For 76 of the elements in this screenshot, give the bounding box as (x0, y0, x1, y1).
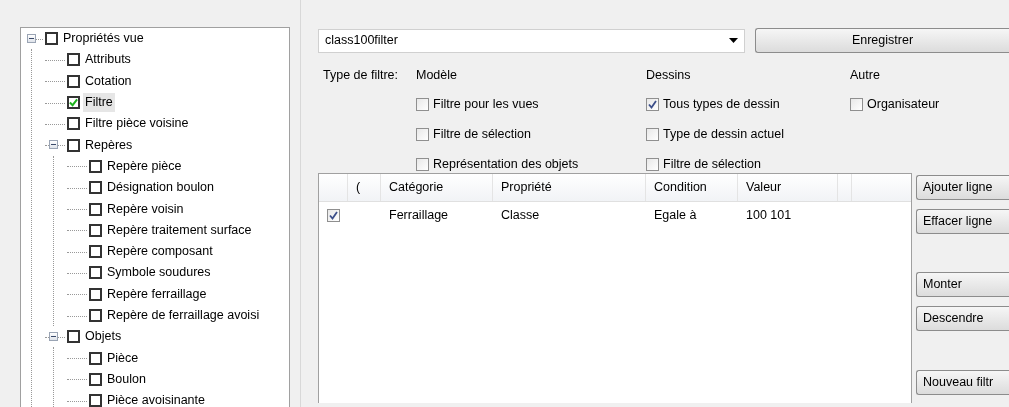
tree-item[interactable]: Symbole soudures (105, 263, 213, 283)
tree-item[interactable]: Filtre (83, 93, 115, 113)
side-button[interactable]: Nouveau filtr (916, 370, 1009, 395)
tree-item[interactable]: Repère voisin (105, 199, 186, 219)
checkbox[interactable] (67, 117, 80, 131)
tree-item[interactable]: Repère traitement surface (105, 220, 254, 240)
group-heading: Autre (850, 67, 881, 84)
checkbox[interactable] (89, 159, 102, 173)
collapse-icon[interactable] (49, 332, 58, 342)
checkbox[interactable] (89, 372, 102, 386)
checkbox-label: Filtre pour les vues (433, 95, 539, 113)
filter-name-dropdown[interactable]: class100filter (318, 28, 745, 53)
collapse-icon[interactable] (27, 34, 36, 43)
side-button[interactable]: Effacer ligne (916, 209, 1009, 234)
checkbox-label: Type de dessin actuel (663, 125, 784, 143)
checkbox[interactable] (89, 394, 102, 407)
checkbox[interactable] (89, 351, 102, 365)
collapse-icon[interactable] (49, 140, 58, 150)
tree-item[interactable]: Pièce (105, 348, 141, 368)
tree-item[interactable]: Repères (83, 135, 135, 155)
tree-item[interactable]: Cotation (83, 71, 134, 91)
checkbox-label: Représentation des objets (433, 155, 579, 173)
checkbox[interactable] (67, 53, 80, 67)
group-heading: Modèle (416, 67, 458, 84)
table-cell: Egale à (654, 207, 697, 222)
table-cell: Classe (501, 207, 540, 222)
caret-icon (729, 38, 738, 43)
checkbox[interactable] (416, 97, 429, 111)
checkbox[interactable] (67, 74, 80, 88)
checkbox[interactable] (89, 202, 102, 216)
checkbox[interactable] (416, 127, 429, 141)
checkbox[interactable] (67, 330, 80, 344)
checkbox[interactable] (67, 138, 80, 152)
column-header[interactable]: Condition (646, 174, 738, 201)
checkbox[interactable] (89, 287, 102, 301)
tree-item[interactable]: Objets (83, 327, 124, 347)
group-heading: Dessins (646, 67, 692, 84)
tree-item[interactable]: Repère pièce (105, 156, 184, 176)
checkbox[interactable] (89, 181, 102, 195)
tree-item[interactable]: Pièce avoisinante (105, 391, 207, 407)
checkbox[interactable] (646, 127, 659, 141)
side-button[interactable]: Ajouter ligne (916, 175, 1009, 200)
checkbox[interactable] (327, 208, 340, 222)
tree-item[interactable]: Désignation boulon (105, 178, 217, 198)
column-header[interactable]: ( (348, 174, 381, 201)
tree-item[interactable]: Boulon (105, 369, 148, 389)
checkbox[interactable] (45, 32, 58, 46)
checkbox[interactable] (850, 97, 863, 111)
checkbox-label: Tous types de dessin (663, 95, 780, 113)
save-button[interactable]: Enregistrer (755, 28, 1009, 53)
checkbox[interactable] (89, 309, 102, 322)
checkbox[interactable] (67, 96, 80, 110)
checkbox[interactable] (646, 157, 659, 171)
checkbox[interactable] (89, 223, 102, 237)
column-header[interactable]: Catégorie (381, 174, 493, 201)
side-button[interactable]: Descendre (916, 306, 1009, 331)
checkbox-label: Filtre de sélection (663, 155, 761, 173)
table-cell: Ferraillage (389, 207, 449, 222)
tree-item[interactable]: Repère composant (105, 242, 215, 262)
tree-item[interactable]: Repère ferraillage (105, 284, 209, 304)
column-header[interactable]: Valeur (738, 174, 838, 201)
checkbox-label: Organisateur (867, 95, 940, 113)
side-button[interactable]: Monter (916, 272, 1009, 297)
tree-item[interactable]: Repère de ferraillage avoisi (105, 306, 262, 325)
checkbox[interactable] (416, 157, 429, 171)
table-cell: 100 101 (746, 207, 792, 222)
checkbox[interactable] (646, 97, 659, 111)
tree-item[interactable]: Attributs (83, 50, 133, 70)
tree-item[interactable]: Propriétés vue (61, 29, 146, 49)
checkbox[interactable] (89, 266, 102, 280)
filter-type-label: Type de filtre: (322, 67, 400, 84)
column-header[interactable]: Propriété (493, 174, 646, 201)
checkbox-label: Filtre de sélection (433, 125, 531, 143)
dropdown-value: class100filter (325, 32, 399, 50)
checkbox[interactable] (89, 245, 102, 259)
tree-item[interactable]: Filtre pièce voisine (83, 114, 191, 134)
